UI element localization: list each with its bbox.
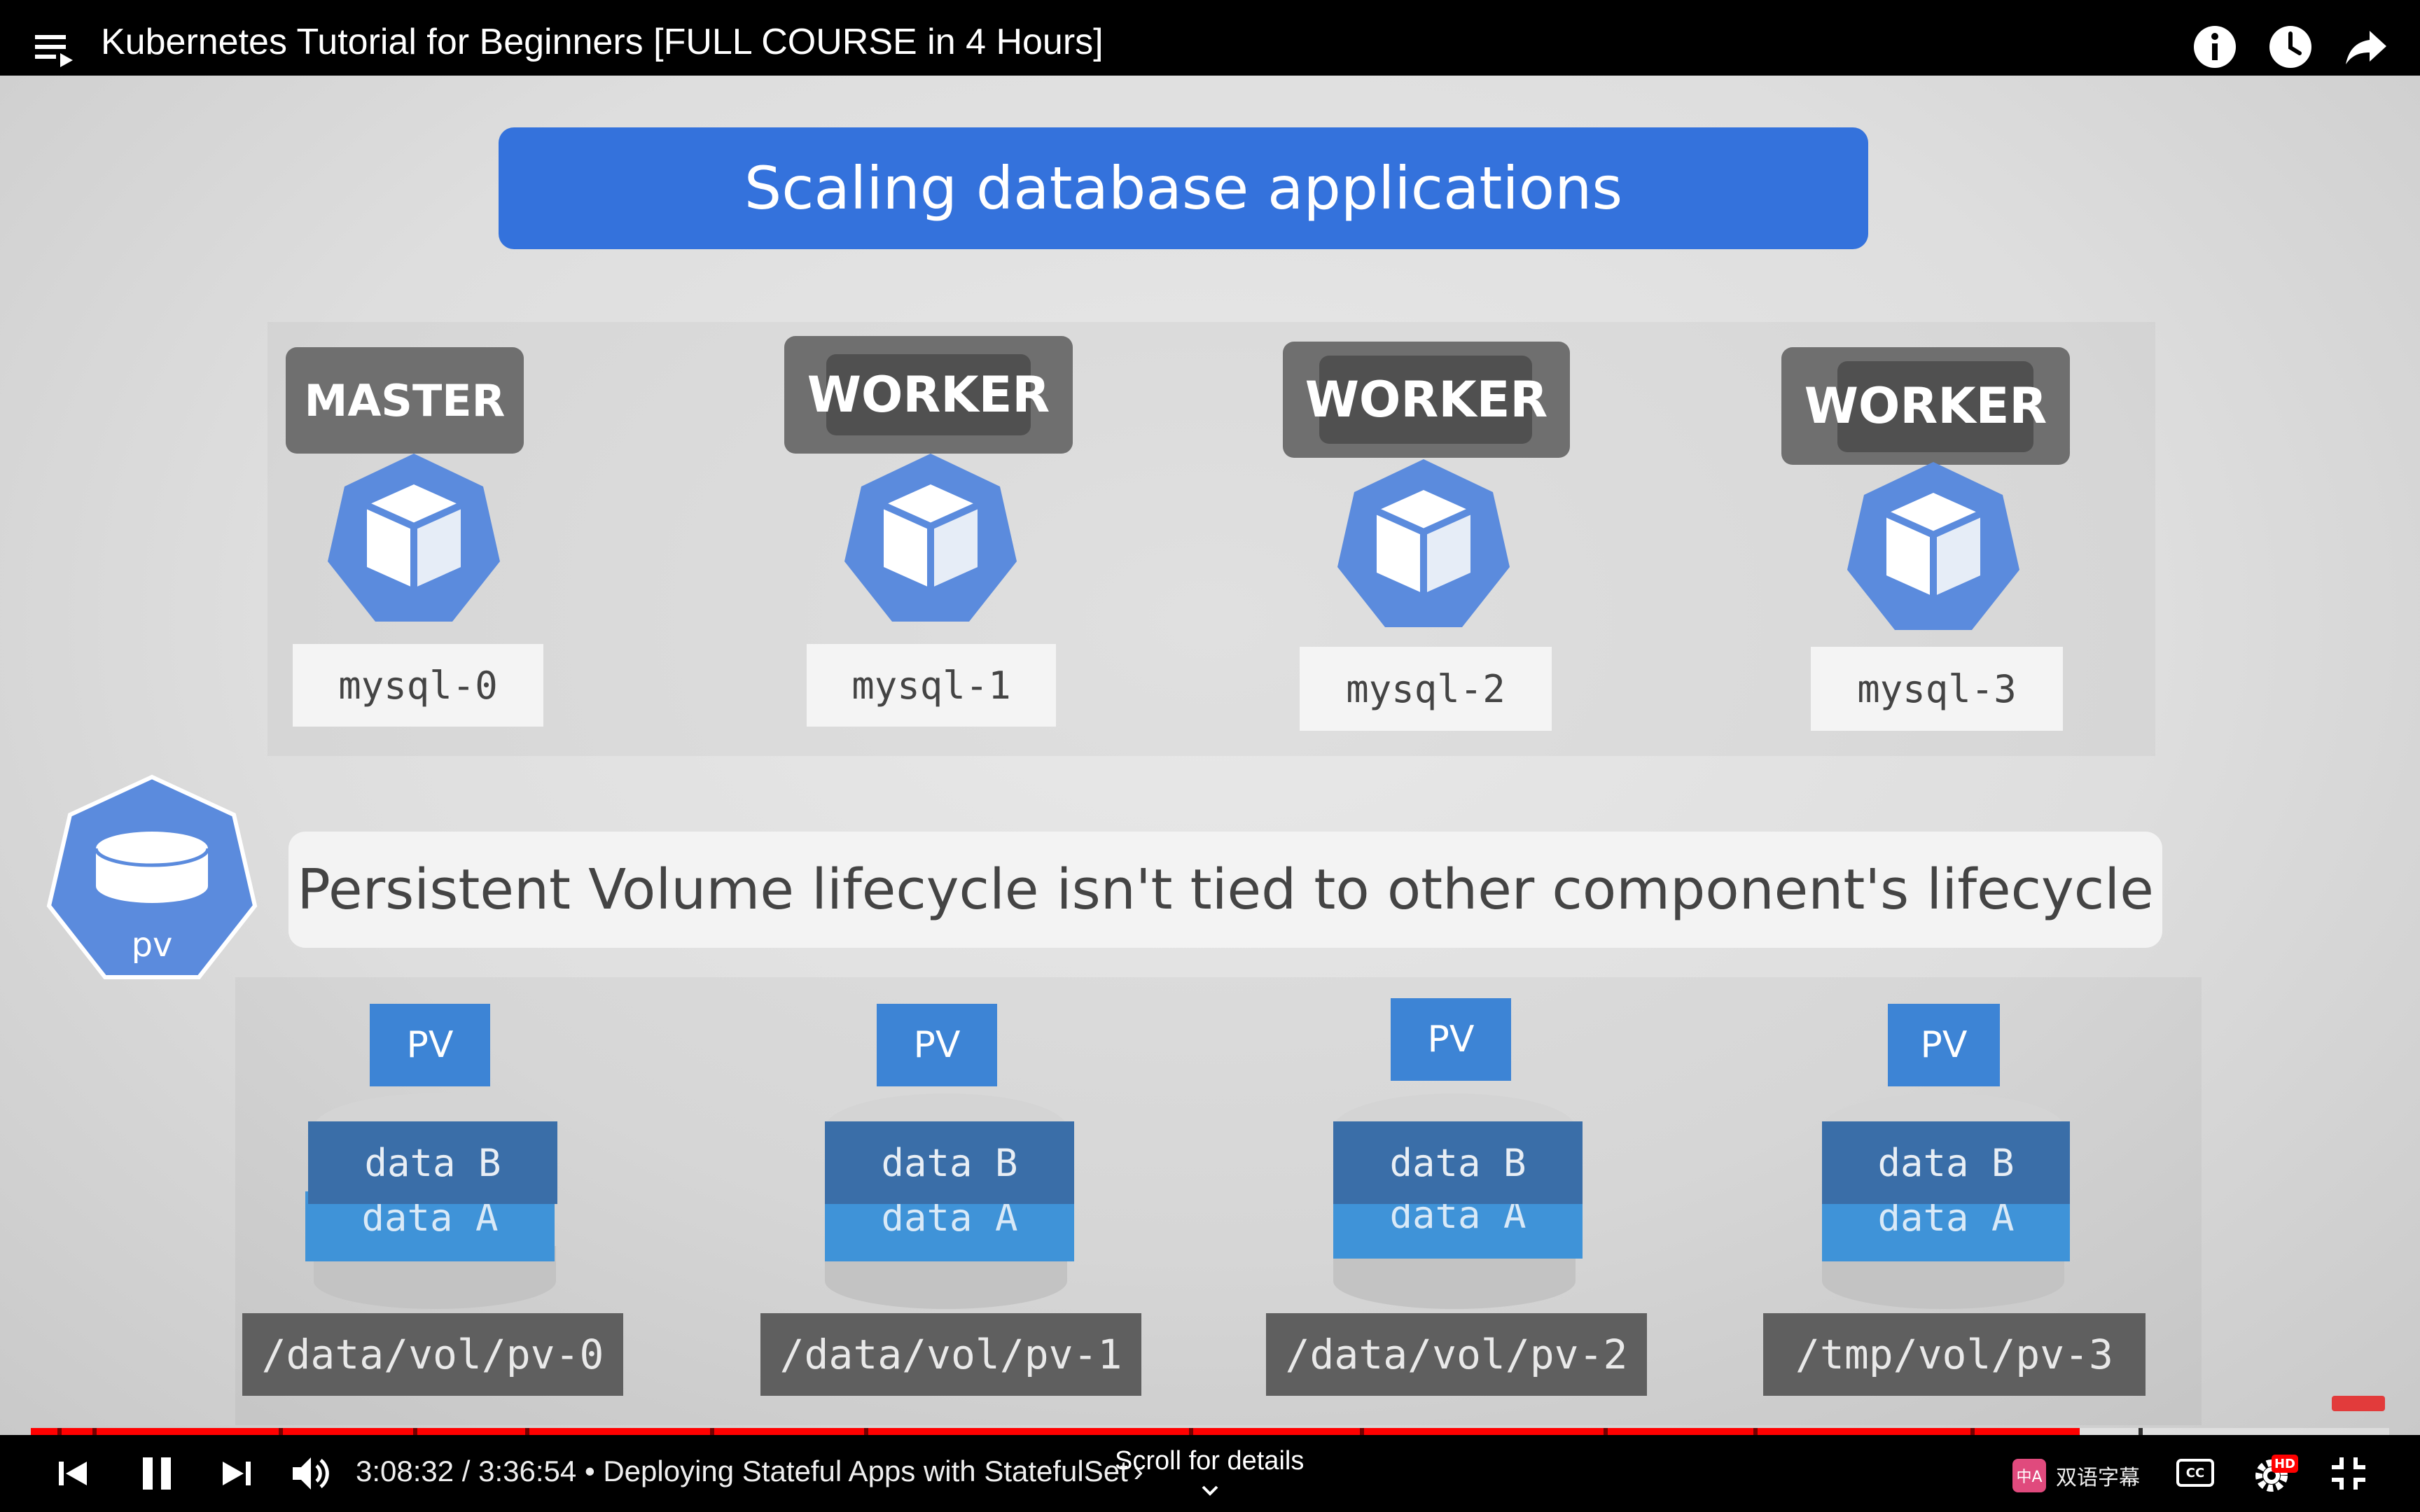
- chapter-marker: [92, 1428, 97, 1435]
- pv-tag: PV: [1888, 1004, 2000, 1086]
- data-b-block: data B: [308, 1121, 557, 1204]
- time-and-chapter[interactable]: 3:08:32 / 3:36:54 • Deploying Stateful A…: [356, 1455, 1143, 1488]
- chapter-separator: •: [576, 1455, 604, 1488]
- bilingual-subtitles-toggle[interactable]: 中A 双语字幕: [2012, 1455, 2140, 1497]
- data-b-block: data B: [1333, 1121, 1583, 1204]
- hd-badge: HD: [2272, 1455, 2298, 1473]
- video-title[interactable]: Kubernetes Tutorial for Beginners [FULL …: [101, 21, 1104, 63]
- node-role-label: MASTER: [304, 374, 506, 426]
- chapter-title[interactable]: Deploying Stateful Apps with StatefulSet: [603, 1455, 1127, 1488]
- previous-icon[interactable]: [56, 1452, 91, 1495]
- chevron-down-icon[interactable]: [1199, 1483, 1221, 1498]
- pod-name-label: mysql-1: [807, 644, 1056, 727]
- kube-pod-icon: [1337, 459, 1510, 627]
- data-b-block: data B: [825, 1121, 1074, 1204]
- pv-tag: PV: [370, 1004, 490, 1086]
- chapter-marker: [710, 1428, 714, 1435]
- pause-icon[interactable]: [137, 1452, 176, 1495]
- pod-name-label: mysql-2: [1300, 647, 1552, 731]
- progress-fill: [31, 1428, 2080, 1435]
- kube-pod-icon: [844, 454, 1017, 622]
- pv-lifecycle-banner: Persistent Volume lifecycle isn't tied t…: [288, 832, 2162, 948]
- volume-path-label: /data/vol/pv-0: [242, 1313, 623, 1396]
- chapter-marker: [864, 1428, 868, 1435]
- chapter-marker: [1189, 1428, 1193, 1435]
- node-role-label: WORKER: [1804, 377, 2047, 435]
- subscribe-watermark[interactable]: [2332, 1396, 2385, 1411]
- pv-icon-label: pv: [131, 925, 173, 965]
- info-icon[interactable]: [2192, 24, 2238, 70]
- chapter-marker: [2139, 1428, 2143, 1435]
- volume-icon[interactable]: [290, 1452, 332, 1495]
- watch-later-icon[interactable]: [2267, 24, 2314, 70]
- node-role-badge: WORKER: [1283, 342, 1570, 458]
- share-icon[interactable]: [2343, 24, 2389, 70]
- bilingual-subtitles-icon: 中A: [2012, 1459, 2046, 1492]
- kube-pod-icon: [1847, 462, 2019, 630]
- chapter-marker: [279, 1428, 283, 1435]
- chapter-marker: [525, 1428, 529, 1435]
- node-role-badge: WORKER: [784, 336, 1073, 454]
- slide-title: Scaling database applications: [499, 127, 1868, 249]
- node-role-label: WORKER: [807, 366, 1050, 424]
- volume-path-label: /data/vol/pv-2: [1266, 1313, 1647, 1396]
- node-role-badge: WORKER: [1781, 347, 2070, 465]
- subtitles-icon-label: CC: [2185, 1465, 2205, 1480]
- node-role-label: WORKER: [1305, 371, 1548, 428]
- subtitles-icon[interactable]: CC: [2176, 1459, 2214, 1487]
- pod-name-label: mysql-3: [1811, 647, 2063, 731]
- exit-fullscreen-icon[interactable]: [2329, 1452, 2368, 1495]
- pv-tag: PV: [877, 1004, 997, 1086]
- chapter-marker: [1753, 1428, 1758, 1435]
- chapter-marker: [1360, 1428, 1364, 1435]
- volume-path-label: /tmp/vol/pv-3: [1763, 1313, 2146, 1396]
- next-icon[interactable]: [218, 1452, 253, 1495]
- chapter-marker: [413, 1428, 417, 1435]
- pod-name-label: mysql-0: [293, 644, 543, 727]
- chapter-marker: [1970, 1428, 1975, 1435]
- data-b-block: data B: [1822, 1121, 2070, 1204]
- chapter-marker: [1604, 1428, 1608, 1435]
- kube-pod-icon: [328, 454, 500, 622]
- node-role-badge: MASTER: [286, 347, 524, 454]
- scroll-for-details[interactable]: Scroll for details: [1115, 1446, 1304, 1476]
- playlist-icon[interactable]: [35, 32, 76, 70]
- bilingual-subtitles-label: 双语字幕: [2056, 1466, 2140, 1490]
- player-window: Kubernetes Tutorial for Beginners [FULL …: [0, 0, 2420, 1512]
- chapter-marker: [57, 1428, 62, 1435]
- volume-path-label: /data/vol/pv-1: [760, 1313, 1141, 1396]
- progress-bar[interactable]: [31, 1428, 2389, 1435]
- pv-tag: PV: [1391, 998, 1511, 1081]
- time-display: 3:08:32 / 3:36:54: [356, 1455, 577, 1488]
